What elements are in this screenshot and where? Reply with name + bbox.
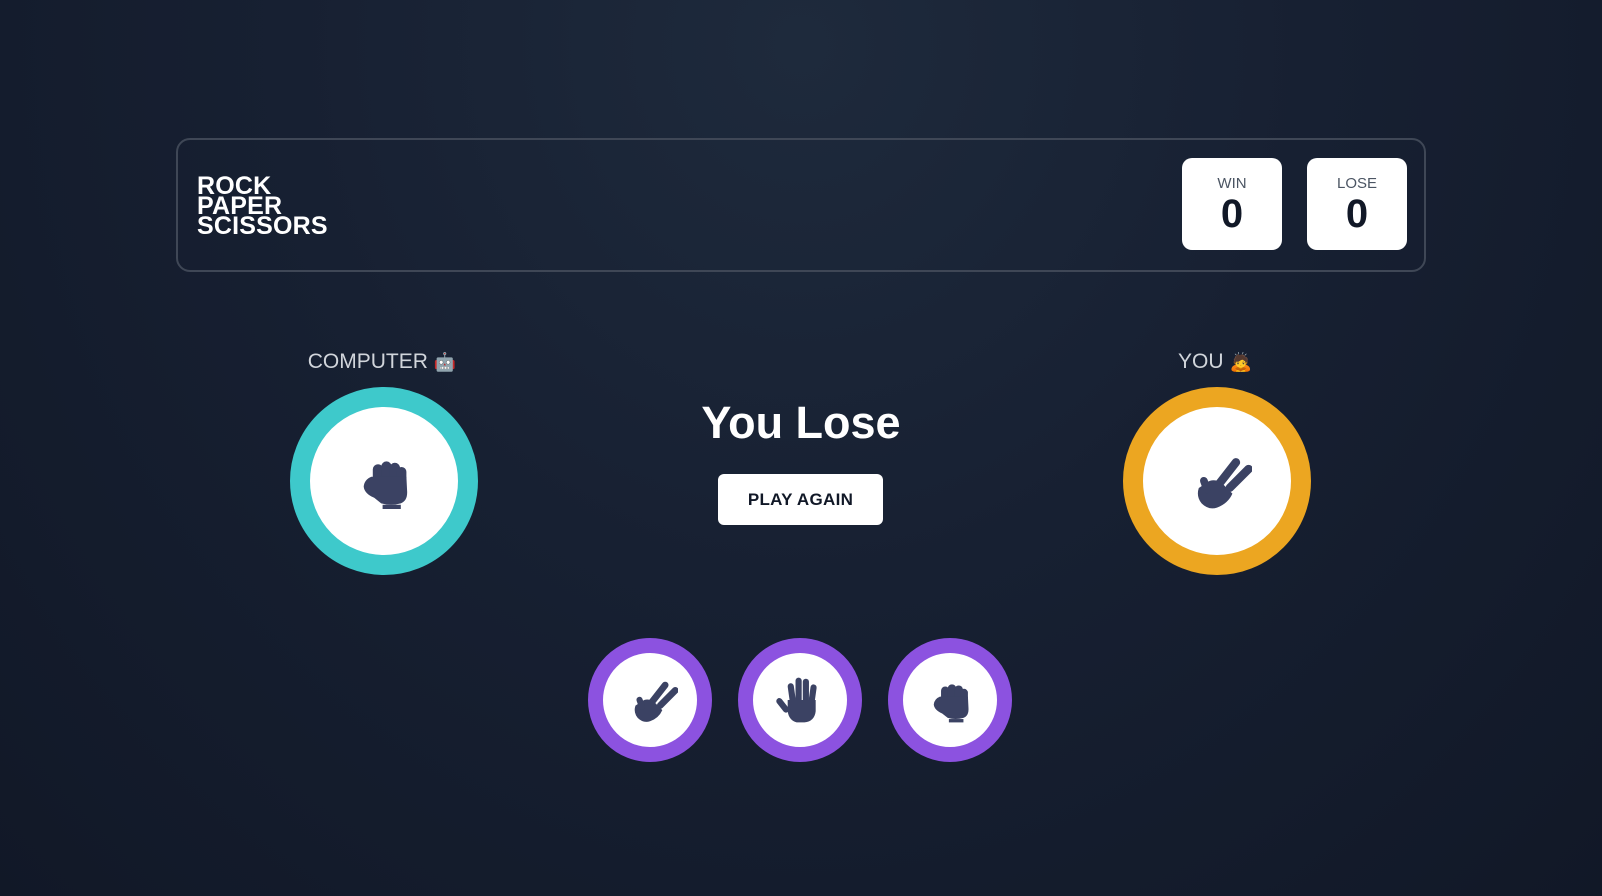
rock-icon <box>349 446 419 516</box>
computer-label: COMPUTER 🤖 <box>308 350 457 374</box>
you-label-text: YOU <box>1178 350 1224 373</box>
scissors-icon <box>1182 446 1252 516</box>
win-score-box: WIN 0 <box>1182 158 1282 250</box>
choice-rock-button[interactable] <box>888 638 1012 762</box>
choice-paper-button[interactable] <box>738 638 862 762</box>
robot-emoji-icon: 🤖 <box>433 352 457 372</box>
lose-score-box: LOSE 0 <box>1307 158 1407 250</box>
scissors-icon <box>622 672 678 728</box>
computer-label-text: COMPUTER <box>307 350 428 373</box>
paper-icon <box>772 672 828 728</box>
scoreboard-header: ROCK PAPER SCISSORS WIN 0 LOSE 0 <box>176 138 1426 272</box>
bowing-person-emoji-icon: 🙇 <box>1229 352 1252 372</box>
win-score-label: WIN <box>1217 175 1247 192</box>
choice-scissors-button[interactable] <box>588 638 712 762</box>
rock-icon <box>922 672 978 728</box>
play-again-button[interactable]: PLAY AGAIN <box>718 474 883 525</box>
lose-score-label: LOSE <box>1336 175 1378 192</box>
game-title-line-3: SCISSORS <box>197 212 328 240</box>
lose-score-value: 0 <box>1345 192 1369 236</box>
you-label: YOU 🙇 <box>1178 350 1252 374</box>
win-score-value: 0 <box>1220 192 1244 236</box>
game-title: ROCK PAPER SCISSORS <box>197 174 328 240</box>
result-text: You Lose <box>701 397 901 448</box>
